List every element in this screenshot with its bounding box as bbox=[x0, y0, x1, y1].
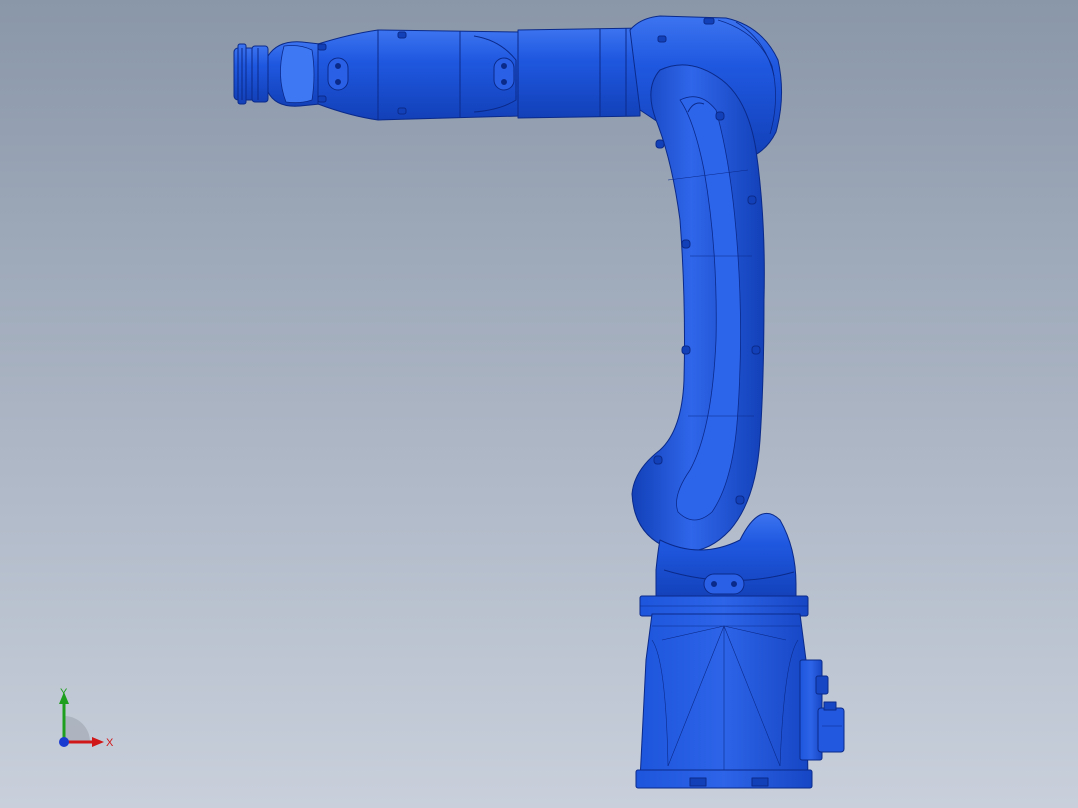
x-axis-label: X bbox=[106, 737, 114, 749]
y-axis-label: Y bbox=[60, 687, 68, 699]
graphics-viewport[interactable]: Y X bbox=[0, 0, 1078, 808]
forearm-connector bbox=[517, 27, 641, 119]
robot-arm-model[interactable] bbox=[0, 0, 1078, 808]
base-connector-box bbox=[799, 659, 845, 761]
coordinate-triad: Y X bbox=[59, 687, 114, 749]
wrist-flange bbox=[233, 43, 269, 105]
